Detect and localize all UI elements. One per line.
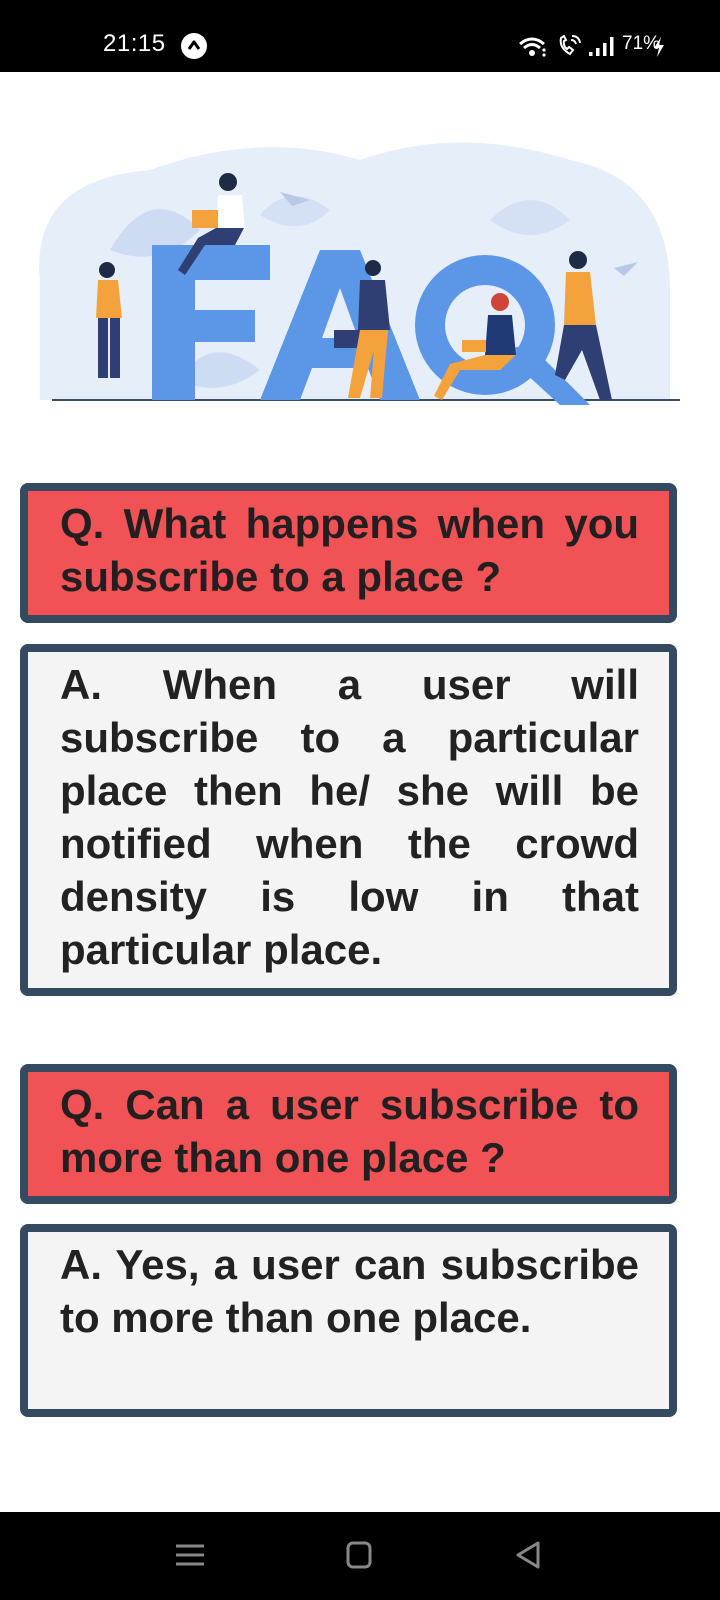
wifi-icon bbox=[519, 37, 546, 57]
status-time: 21:15 bbox=[103, 30, 166, 57]
back-icon[interactable] bbox=[510, 1538, 550, 1572]
signal-icon bbox=[589, 37, 614, 56]
question-text: Q. What happens when you subscribe to a … bbox=[60, 500, 639, 600]
charging-icon bbox=[654, 37, 664, 57]
wifi-call-icon bbox=[559, 35, 581, 56]
navigation-bar bbox=[0, 1512, 720, 1600]
status-bar: 21:15 71% bbox=[0, 0, 720, 72]
recents-icon[interactable] bbox=[170, 1538, 210, 1572]
faq-answer-2: A. Yes, a user can subscribe to more tha… bbox=[20, 1224, 677, 1417]
answer-text: A. When a user will subscribe to a parti… bbox=[60, 661, 639, 973]
faq-question-1[interactable]: Q. What happens when you subscribe to a … bbox=[20, 483, 677, 623]
home-icon[interactable] bbox=[340, 1538, 380, 1572]
faq-illustration bbox=[30, 120, 690, 420]
faq-answer-1: A. When a user will subscribe to a parti… bbox=[20, 644, 677, 996]
caret-up-circle-icon bbox=[181, 33, 207, 59]
faq-question-2[interactable]: Q. Can a user subscribe to more than one… bbox=[20, 1064, 677, 1204]
answer-text: A. Yes, a user can subscribe to more tha… bbox=[60, 1241, 639, 1341]
question-text: Q. Can a user subscribe to more than one… bbox=[60, 1081, 639, 1181]
